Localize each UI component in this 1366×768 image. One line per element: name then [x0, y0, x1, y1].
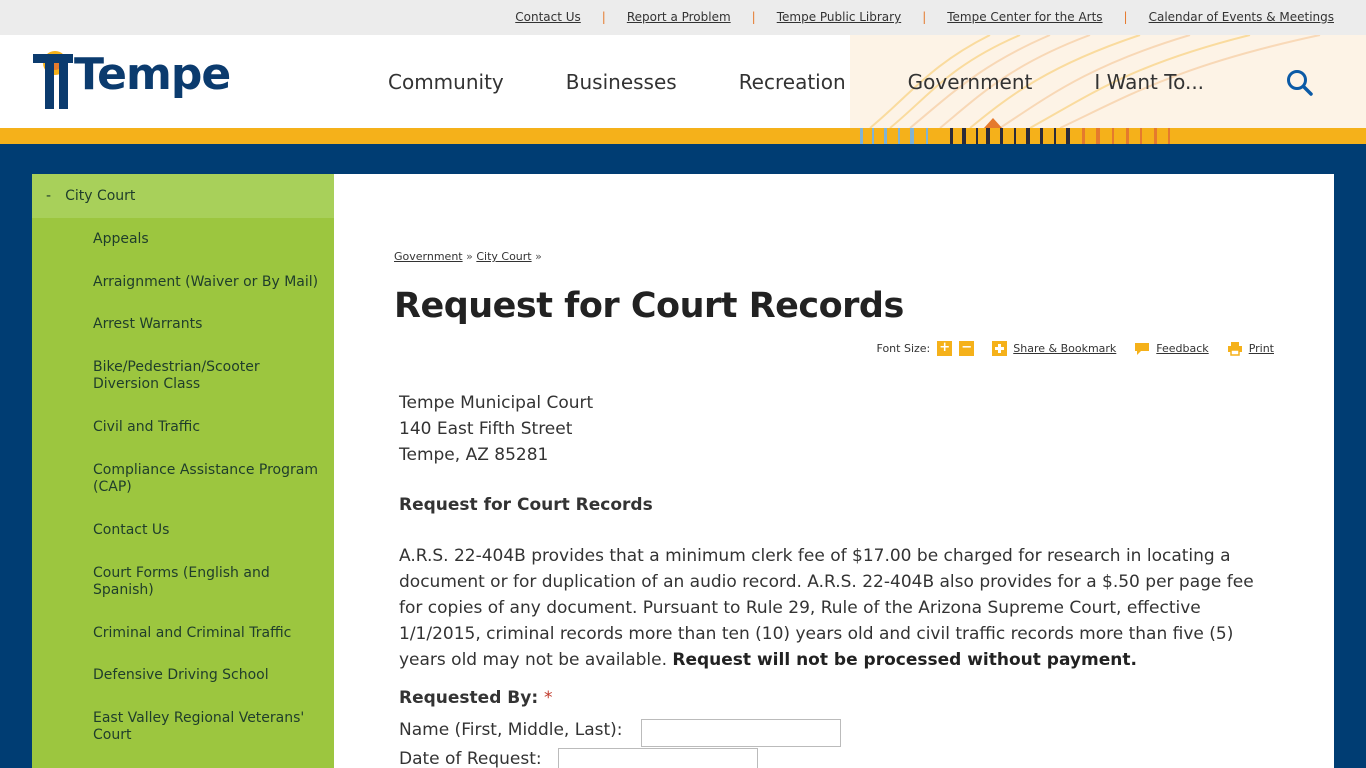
sidebar-heading[interactable]: - City Court — [32, 174, 334, 218]
feedback-link[interactable]: Feedback — [1156, 342, 1208, 355]
print-tool[interactable]: Print — [1227, 341, 1274, 356]
sidebar-heading-label: City Court — [65, 188, 136, 204]
sidebar-item-arrest-warrants[interactable]: Arrest Warrants — [93, 316, 324, 333]
nav-businesses[interactable]: Businesses — [566, 70, 677, 94]
logo-text: Tempe — [74, 49, 231, 100]
court-address: Tempe Municipal Court 140 East Fifth Str… — [399, 390, 593, 468]
nav-community[interactable]: Community — [388, 70, 504, 94]
active-nav-caret — [984, 118, 1002, 128]
utility-links: Contact Us | Report a Problem | Tempe Pu… — [515, 10, 1334, 24]
utility-separator: | — [1123, 10, 1128, 24]
sidebar-item-contact-us[interactable]: Contact Us — [93, 522, 324, 539]
share-icon — [992, 341, 1008, 356]
address-line-3: Tempe, AZ 85281 — [399, 445, 549, 465]
sidebar: - City Court Appeals Arraignment (Waiver… — [32, 174, 334, 768]
sidebar-item-arraignment[interactable]: Arraignment (Waiver or By Mail) — [93, 274, 324, 291]
share-bookmark-tool[interactable]: Share & Bookmark — [992, 341, 1116, 356]
sidebar-item-bike-diversion[interactable]: Bike/Pedestrian/Scooter Diversion Class — [93, 359, 324, 393]
feedback-icon — [1135, 342, 1150, 355]
share-bookmark-link[interactable]: Share & Bookmark — [1013, 342, 1116, 355]
utility-link-calendar[interactable]: Calendar of Events & Meetings — [1149, 10, 1334, 24]
orange-band — [0, 128, 1366, 144]
print-icon — [1227, 342, 1242, 356]
sidebar-list: Appeals Arraignment (Waiver or By Mail) … — [32, 231, 334, 744]
search-icon[interactable] — [1286, 69, 1314, 97]
date-field[interactable] — [558, 748, 758, 768]
utility-bar: Contact Us | Report a Problem | Tempe Pu… — [0, 0, 1366, 35]
collapse-icon[interactable]: - — [46, 188, 51, 204]
sidebar-item-criminal[interactable]: Criminal and Criminal Traffic — [93, 625, 324, 642]
sidebar-item-veterans-court[interactable]: East Valley Regional Veterans' Court — [93, 710, 324, 744]
main-nav: Community Businesses Recreation Governme… — [388, 70, 1204, 94]
sidebar-item-court-forms[interactable]: Court Forms (English and Spanish) — [93, 565, 324, 599]
requested-by-label: Requested By: * — [399, 688, 553, 708]
sidebar-item-civil-traffic[interactable]: Civil and Traffic — [93, 419, 324, 436]
breadcrumb-government[interactable]: Government — [394, 250, 463, 263]
address-line-2: 140 East Fifth Street — [399, 419, 573, 439]
site-header: Tempe Community Businesses Recreation Go… — [0, 35, 1366, 128]
page-title: Request for Court Records — [394, 286, 904, 326]
feedback-tool[interactable]: Feedback — [1134, 342, 1209, 356]
fee-paragraph: A.R.S. 22-404B provides that a minimum c… — [399, 543, 1274, 673]
nav-i-want-to[interactable]: I Want To... — [1094, 70, 1204, 94]
sidebar-item-defensive-driving[interactable]: Defensive Driving School — [93, 667, 324, 684]
page-tools: Font Size: + − Share & Bookmark Feedback… — [877, 341, 1274, 356]
font-size-label: Font Size: — [876, 342, 931, 355]
sidebar-item-compliance[interactable]: Compliance Assistance Program (CAP) — [93, 462, 324, 496]
font-increase-icon[interactable]: + — [937, 341, 953, 356]
utility-separator: | — [601, 10, 606, 24]
utility-link-report-problem[interactable]: Report a Problem — [627, 10, 731, 24]
requested-by-text: Requested By: — [399, 688, 539, 708]
utility-separator: | — [751, 10, 756, 24]
nav-government[interactable]: Government — [908, 70, 1033, 94]
date-field-label: Date of Request: — [399, 749, 542, 768]
name-field-label: Name (First, Middle, Last): — [399, 720, 623, 740]
band-stripes — [860, 128, 1170, 144]
breadcrumb-sep: » — [466, 250, 473, 263]
utility-link-center-arts[interactable]: Tempe Center for the Arts — [947, 10, 1102, 24]
main-content: Government » City Court » Request for Co… — [334, 174, 1334, 768]
utility-link-library[interactable]: Tempe Public Library — [777, 10, 901, 24]
breadcrumb-city-court[interactable]: City Court — [476, 250, 531, 263]
name-field[interactable] — [641, 719, 841, 747]
utility-link-contact-us[interactable]: Contact Us — [515, 10, 581, 24]
font-decrease-icon[interactable]: − — [959, 341, 975, 356]
address-line-1: Tempe Municipal Court — [399, 393, 594, 413]
breadcrumb-sep: » — [535, 250, 542, 263]
nav-recreation[interactable]: Recreation — [739, 70, 846, 94]
section-heading: Request for Court Records — [399, 495, 653, 515]
sidebar-item-appeals[interactable]: Appeals — [93, 231, 324, 248]
utility-separator: | — [922, 10, 927, 24]
print-link[interactable]: Print — [1249, 342, 1274, 355]
breadcrumb: Government » City Court » — [394, 250, 542, 263]
required-mark: * — [544, 688, 553, 708]
payment-required-notice: Request will not be processed without pa… — [672, 650, 1137, 670]
